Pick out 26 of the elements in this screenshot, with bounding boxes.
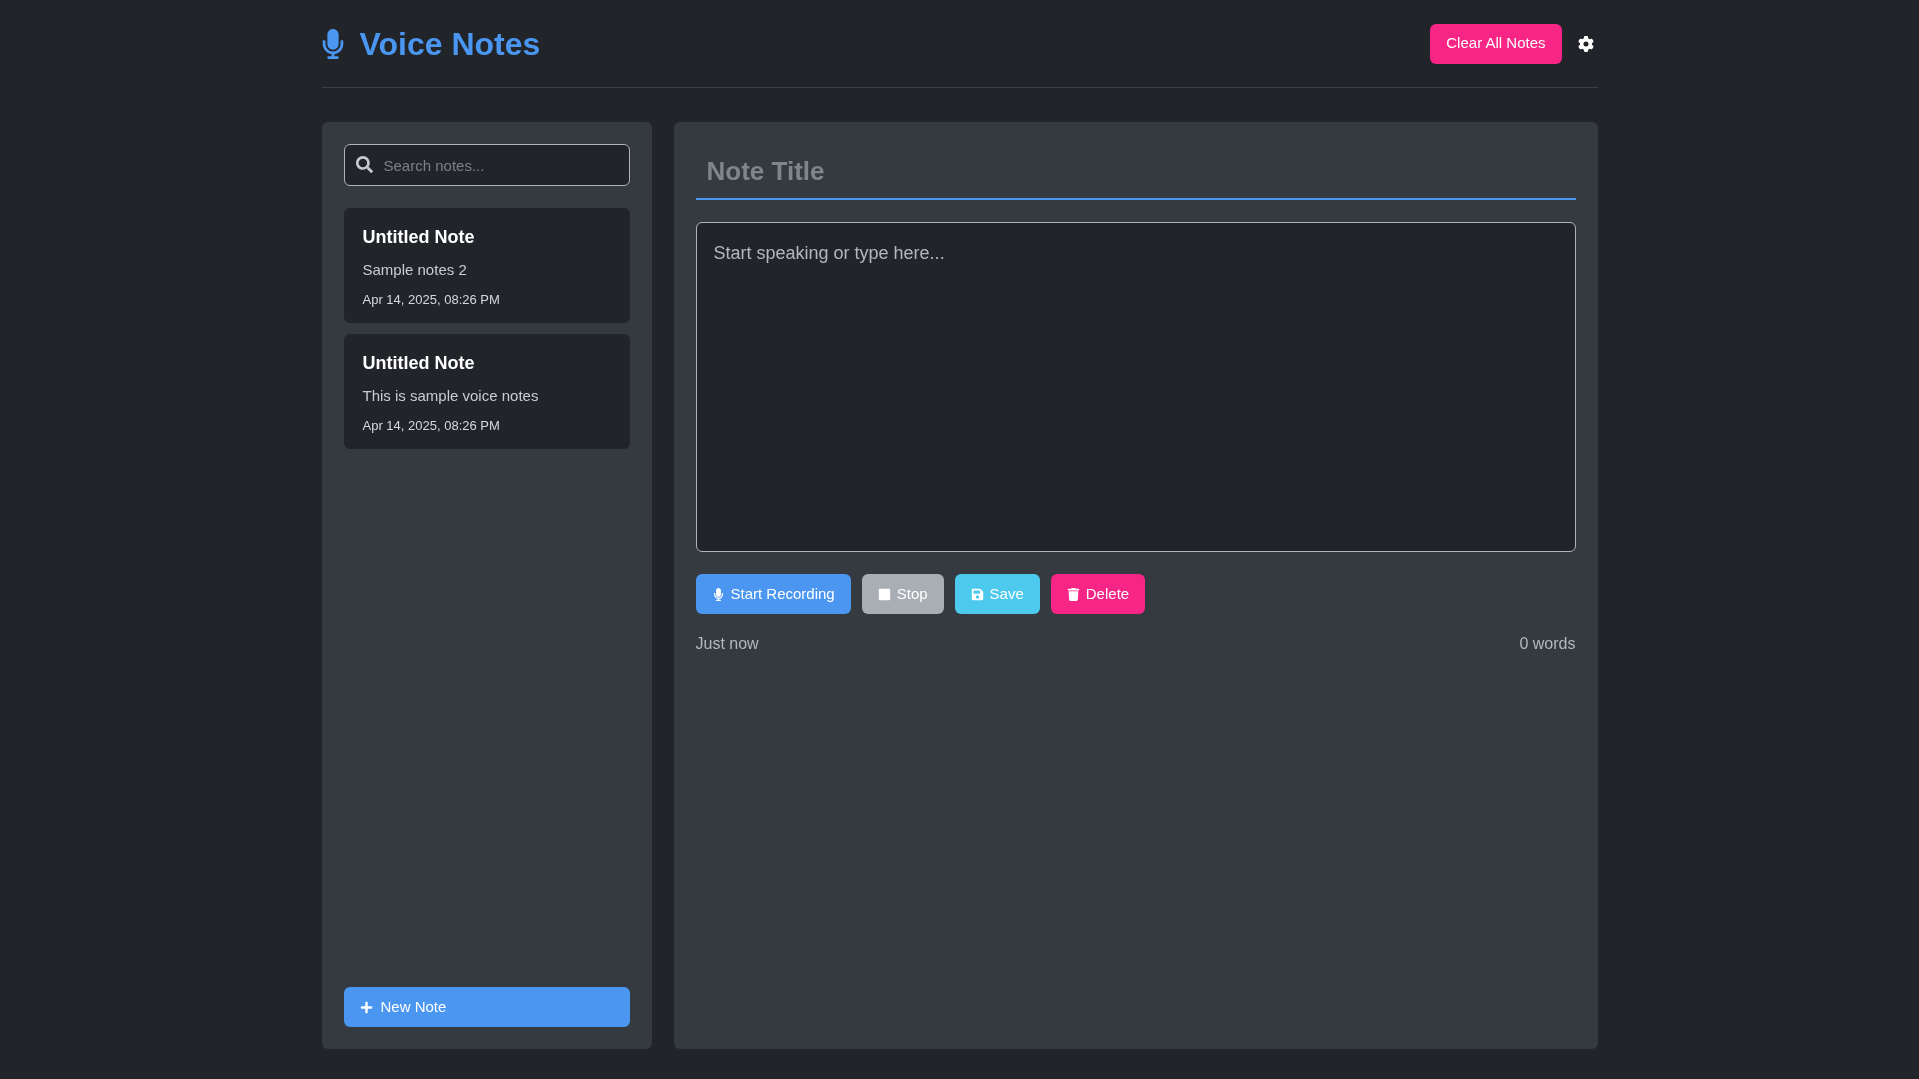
stop-button[interactable]: Stop <box>861 574 944 614</box>
trash-icon <box>1066 587 1080 601</box>
note-date: Apr 14, 2025, 08:26 PM <box>362 290 501 309</box>
search-icon <box>355 156 373 173</box>
microphone-icon <box>321 28 344 59</box>
note-preview: This is sample voice notes <box>362 386 540 406</box>
note-title: Untitled Note <box>362 352 476 375</box>
new-note-button[interactable]: New Note <box>343 987 630 1027</box>
search-field[interactable]: Search notes... <box>343 144 630 186</box>
settings-icon[interactable] <box>1577 35 1594 52</box>
delete-button[interactable]: Delete <box>1050 574 1146 614</box>
note-title: Untitled Note <box>362 226 476 249</box>
plus-icon <box>359 1000 373 1014</box>
start-recording-button[interactable]: Start Recording <box>695 574 851 614</box>
clear-all-notes-button[interactable]: Clear All Notes <box>1430 23 1562 64</box>
word-count: 0 words <box>1519 634 1576 654</box>
save-button[interactable]: Save <box>954 574 1040 614</box>
note-date: Apr 14, 2025, 08:26 PM <box>362 416 501 435</box>
last-saved-status: Just now <box>695 634 759 654</box>
microphone-icon <box>711 587 725 601</box>
app-title: Voice Notes <box>359 24 541 64</box>
note-card[interactable]: Untitled Note This is sample voice notes Apr 14, 2025, 08:26 PM <box>343 334 630 449</box>
note-preview: Sample notes 2 <box>362 260 468 280</box>
note-body-field[interactable]: Start speaking or type here... <box>695 222 1576 552</box>
note-card[interactable]: Untitled Note Sample notes 2 Apr 14, 2025, 08:26 PM <box>343 208 630 323</box>
note-title-field[interactable]: Note Title <box>695 144 1576 200</box>
